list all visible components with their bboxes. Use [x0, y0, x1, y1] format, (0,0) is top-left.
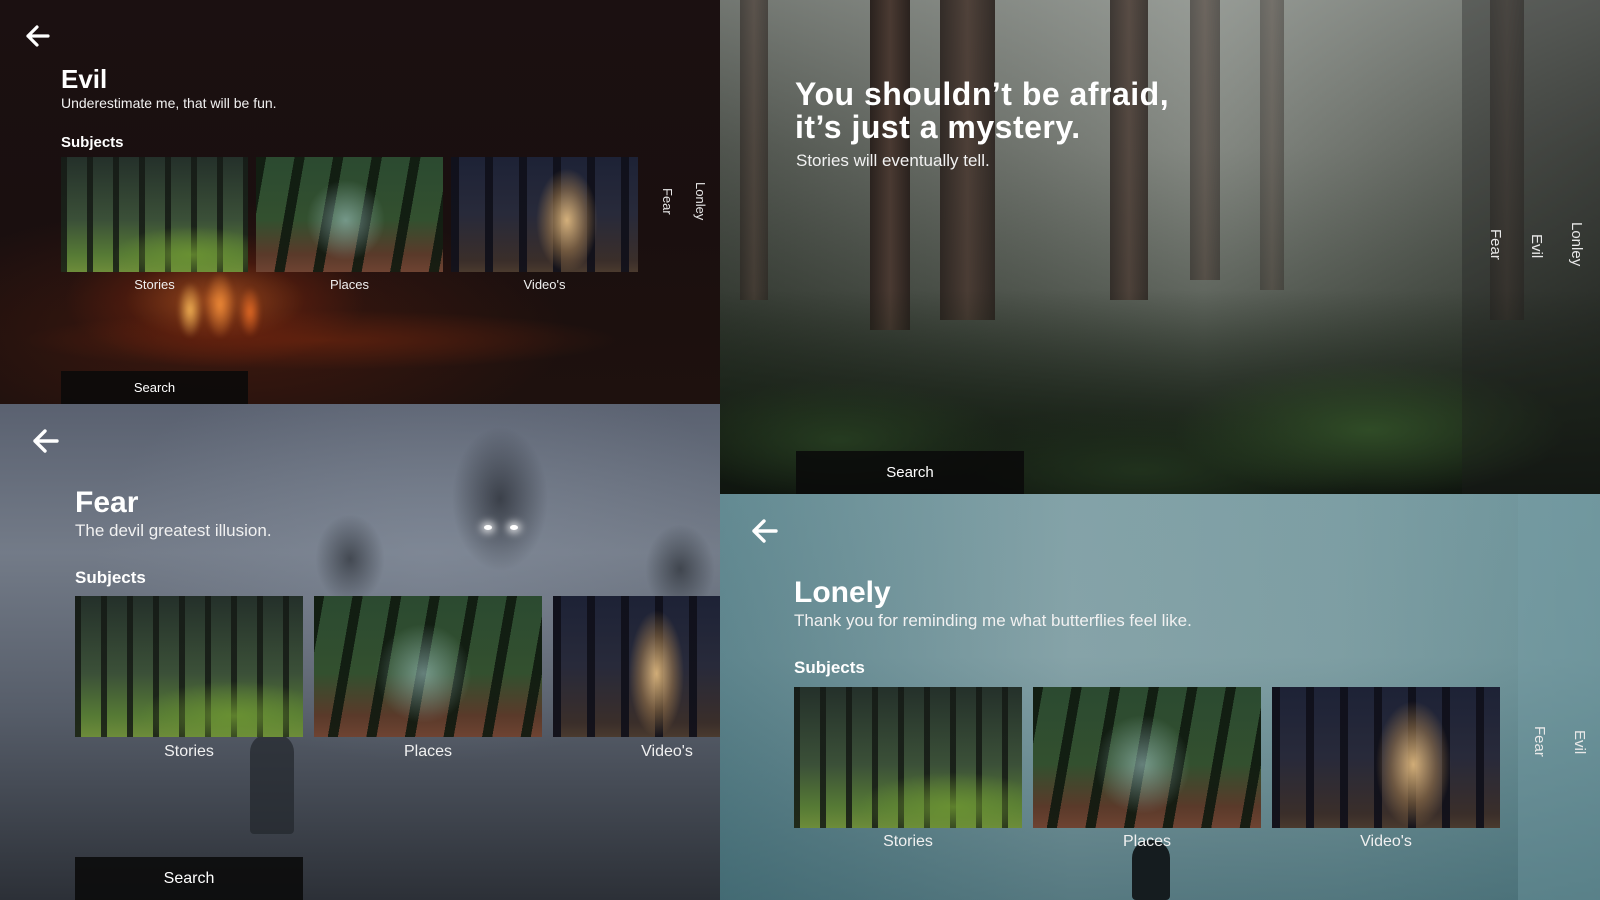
page-subtitle: Thank you for reminding me what butterfl…	[794, 611, 1192, 630]
search-button[interactable]: Search	[75, 857, 303, 900]
tree-trunk	[740, 0, 768, 300]
page-title: Fear	[75, 486, 139, 519]
page-subtitle: Underestimate me, that will be fun.	[61, 95, 277, 111]
back-arrow-icon[interactable]	[24, 24, 50, 48]
side-tab-fear[interactable]: Fear	[1487, 229, 1504, 260]
subject-stories-thumbnail[interactable]	[75, 596, 303, 737]
subject-places-label[interactable]: Places	[256, 277, 443, 292]
subjects-heading: Subjects	[75, 568, 146, 587]
fear-panel: Fear The devil greatest illusion. Subjec…	[0, 404, 720, 900]
ghost-eye-left	[484, 525, 492, 530]
subject-places-label[interactable]: Places	[1033, 833, 1261, 851]
ghost-eye-right	[510, 525, 518, 530]
subject-videos-label[interactable]: Video's	[451, 277, 638, 292]
lonely-panel: Lonely Thank you for reminding me what b…	[720, 494, 1600, 900]
side-tab-strip	[1518, 494, 1600, 900]
campfire-glow	[20, 310, 620, 370]
side-tab-fear[interactable]: Fear	[1531, 726, 1548, 757]
search-button[interactable]: Search	[796, 451, 1024, 494]
subjects-heading: Subjects	[794, 658, 865, 677]
subject-stories-label[interactable]: Stories	[75, 743, 303, 761]
subject-places-thumbnail[interactable]	[314, 596, 542, 737]
subject-stories-thumbnail[interactable]	[794, 687, 1022, 828]
subject-places-thumbnail[interactable]	[256, 157, 443, 272]
tree-trunk	[1190, 0, 1220, 280]
page-subtitle: The devil greatest illusion.	[75, 521, 272, 540]
subject-places-thumbnail[interactable]	[1033, 687, 1261, 828]
page-title: Lonely	[794, 576, 891, 609]
subject-videos-label[interactable]: Video's	[1272, 833, 1500, 851]
side-tab-evil[interactable]: Evil	[1528, 234, 1545, 258]
subject-videos-label[interactable]: Video's	[553, 743, 720, 761]
forest-hero-panel: You shouldn’t be afraid, it’s just a mys…	[720, 0, 1600, 494]
shadow-hand-left	[315, 514, 385, 604]
subject-places-label[interactable]: Places	[314, 743, 542, 761]
subject-videos-thumbnail[interactable]	[1272, 687, 1500, 828]
back-arrow-icon[interactable]	[31, 428, 59, 454]
side-tab-fear[interactable]: Fear	[660, 188, 675, 215]
hero-subtitle: Stories will eventually tell.	[796, 151, 990, 170]
subject-videos-thumbnail[interactable]	[451, 157, 638, 272]
side-tab-lonley[interactable]: Lonley	[693, 182, 708, 220]
subject-videos-thumbnail[interactable]	[553, 596, 720, 737]
back-arrow-icon[interactable]	[750, 518, 778, 544]
evil-panel: Evil Underestimate me, that will be fun.…	[0, 0, 720, 404]
hero-headline-line1: You shouldn’t be afraid,	[795, 76, 1170, 112]
page-title: Evil	[61, 64, 108, 94]
subjects-heading: Subjects	[61, 134, 124, 151]
tree-trunk	[1260, 0, 1284, 290]
hero-headline-line2: it’s just a mystery.	[795, 109, 1081, 145]
subject-stories-label[interactable]: Stories	[61, 277, 248, 292]
side-tab-lonley[interactable]: Lonley	[1568, 222, 1585, 266]
subject-stories-thumbnail[interactable]	[61, 157, 248, 272]
side-tab-evil[interactable]: Evil	[1571, 730, 1588, 754]
subject-stories-label[interactable]: Stories	[794, 833, 1022, 851]
tree-trunk	[1110, 0, 1148, 300]
search-button[interactable]: Search	[61, 371, 248, 404]
